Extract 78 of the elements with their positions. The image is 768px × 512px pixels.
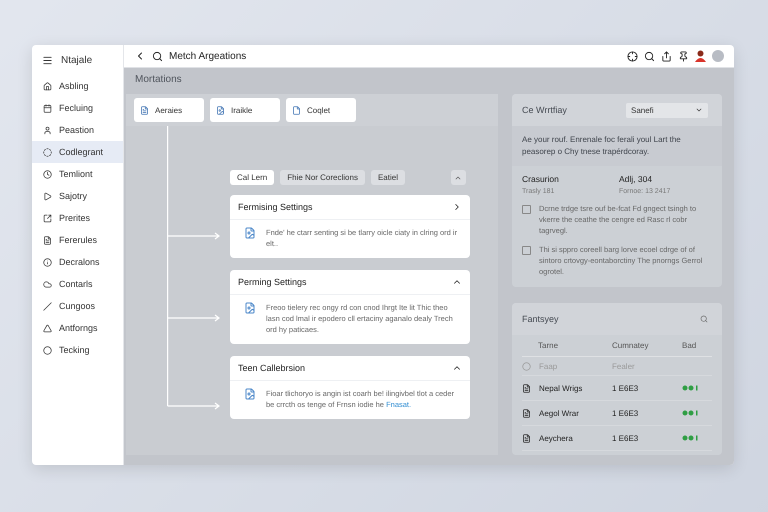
status-dots-icon: [682, 435, 700, 441]
menu-icon[interactable]: [42, 54, 53, 66]
sidebar-item-icon: [43, 104, 52, 112]
file-icon: [292, 106, 301, 114]
tab[interactable]: Coqlet: [286, 98, 356, 122]
sidebar-item-icon: [43, 346, 52, 354]
target-icon[interactable]: [627, 50, 638, 62]
tab[interactable]: Iraikle: [210, 98, 280, 122]
table-cell: Aeychera: [539, 434, 573, 442]
page-title: Metch Argeations: [169, 50, 248, 62]
sidebar-item[interactable]: Codlegrant: [32, 141, 123, 163]
sidebar-item[interactable]: Peastion: [32, 119, 123, 141]
table-cell: Fealer: [612, 362, 635, 370]
stat-label: Crasurion: [522, 174, 560, 184]
sidebar-item-icon: [43, 258, 52, 266]
app-title: Ntajale: [61, 54, 92, 66]
column-header: Tarne: [522, 335, 612, 357]
filter-chip[interactable]: Fhie Nor Coreclions: [280, 170, 365, 185]
table-cell: 1 E6E3: [612, 408, 638, 418]
checkbox[interactable]: [522, 205, 531, 214]
sidebar-item-icon: [43, 192, 52, 200]
filter-chip[interactable]: Eatiel: [370, 170, 405, 185]
sidebar-item-icon: [43, 302, 52, 310]
status-dots-icon: [682, 410, 700, 416]
sidebar-item-icon: [43, 236, 52, 244]
document-icon: [244, 302, 256, 314]
column-header: Bad: [682, 335, 712, 357]
chevron-down-icon: [695, 106, 703, 114]
checkbox[interactable]: [522, 246, 531, 255]
card-title: Perming Settings: [238, 277, 307, 287]
document-icon: [244, 227, 256, 239]
document-icon: [522, 434, 531, 442]
stat-label: Adlj, 304: [619, 174, 654, 184]
circle-icon: [522, 362, 531, 370]
search-icon[interactable]: [644, 50, 655, 62]
search-icon[interactable]: [152, 50, 163, 62]
table-cell: 1 E6E3: [612, 434, 638, 442]
document-icon: [244, 388, 256, 400]
sidebar-item[interactable]: Fecluing: [32, 97, 123, 119]
sidebar-item-icon: [43, 280, 52, 288]
card-title: Fermising Settings: [238, 202, 313, 212]
sidebar-item[interactable]: Cungoos: [32, 295, 123, 317]
table-cell: Faap: [539, 362, 558, 370]
sidebar-item-icon: [43, 324, 52, 332]
tab[interactable]: Aeraies: [134, 98, 204, 122]
filter-chip[interactable]: Cal Lern: [230, 170, 274, 185]
table-cell: Aegol Wrar: [539, 408, 579, 418]
sidebar-item[interactable]: Contarls: [32, 273, 123, 295]
sidebar-item[interactable]: Prerites: [32, 207, 123, 229]
document-icon: [522, 384, 531, 392]
sidebar-item[interactable]: Fererules: [32, 229, 123, 251]
document-icon: [522, 408, 531, 418]
sidebar-item[interactable]: Antforngs: [32, 317, 123, 339]
file-icon: [140, 106, 149, 114]
share-icon[interactable]: [661, 50, 672, 62]
sidebar-item-icon: [43, 148, 52, 156]
table-cell: Nepal Wrigs: [539, 384, 582, 392]
file-icon: [216, 106, 225, 114]
sidebar-item-icon: [43, 170, 52, 178]
panel-description: Ae your rouf. Enrenale foc ferali youl Lart the peasorep o Chy tnese trapérdcoray.: [512, 126, 722, 166]
sidebar-item[interactable]: Sajotry: [32, 185, 123, 207]
card-title: Teen Callebrsion: [238, 363, 306, 373]
sidebar-item[interactable]: Tecking: [32, 339, 123, 361]
panel-title: Fantsyey: [522, 314, 559, 324]
section-heading: Mortations: [134, 74, 183, 87]
status-dots-icon: [682, 385, 700, 391]
avatar-icon[interactable]: [695, 50, 706, 62]
column-header: Cumnatey: [612, 335, 682, 357]
pin-icon[interactable]: [678, 50, 689, 62]
sidebar-item[interactable]: Asbling: [32, 75, 123, 97]
table-cell: 1 E6E3: [612, 384, 638, 392]
sidebar-item[interactable]: Temliont: [32, 163, 123, 185]
sidebar-item-icon: [43, 214, 52, 222]
sidebar-item-icon: [43, 126, 52, 134]
sidebar-item-icon: [43, 82, 52, 90]
panel-title: Ce Wrrtfiay: [522, 105, 567, 115]
select-field[interactable]: Sanefi: [626, 102, 708, 118]
sidebar-item[interactable]: Decralons: [32, 251, 123, 273]
